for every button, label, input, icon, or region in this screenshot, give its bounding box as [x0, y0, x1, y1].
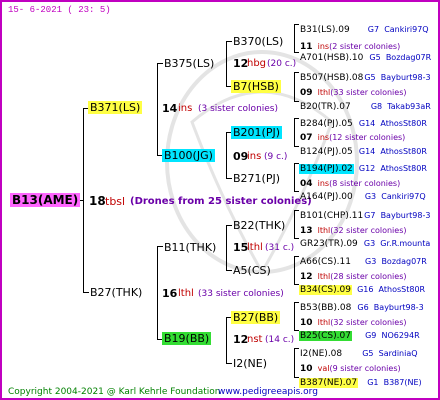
gen2-ins: hbg	[247, 58, 267, 69]
gen2-sisters: (9 c.)	[264, 152, 288, 162]
gen4-entry: B20(TR).07 G8 Takab93aR	[300, 102, 431, 112]
gen1-father: B27(THK)	[90, 286, 143, 299]
gen4-entry: B25(CS).07 G9 NO6294R	[299, 331, 420, 341]
gen4-entry: B284(PJ).05 G14 AthosSt80R	[300, 119, 427, 129]
gen4-entry: B387(NE).07 G1 B387(NE)	[299, 378, 422, 388]
gen2-sisters: (31 c.)	[265, 243, 295, 253]
site-link[interactable]: www.pedigreeapis.org	[218, 388, 318, 397]
gen3-bee: B7(HSB)	[231, 80, 281, 93]
gen2-bee: B19(BB)	[162, 332, 212, 345]
gen1-father-num: 16	[162, 287, 178, 300]
gen1-father-sisters: (33 sister colonies)	[198, 289, 284, 299]
gen4-entry: B53(BB).08 G6 Bayburt98-3	[300, 303, 424, 313]
gen3-bee: A5(CS)	[233, 264, 271, 277]
queen-root: B13(AME)	[10, 193, 81, 207]
gen4-entry: GR23(TR).09 G3 Gr.R.mounta	[300, 239, 431, 249]
gen2-bee: B100(JG)	[162, 149, 215, 162]
gen3-bee: B22(THK)	[233, 219, 286, 232]
drones-label: (Drones from 25 sister colonies)	[130, 196, 312, 207]
gen2-sisters: (20 c.)	[267, 59, 297, 69]
gen1-mother: B371(LS)	[88, 101, 143, 114]
gen4-entry: B34(CS).09 G16 AthosSt80R	[299, 285, 426, 295]
gen4-entry: A66(CS).11 G3 Bozdag07R	[300, 257, 427, 267]
gen4-entry: B124(PJ).05 G14 AthosSt80R	[300, 147, 427, 157]
gen4-entry: I2(NE).08 G5 SardiniaQ	[300, 349, 418, 359]
gen4-entry: B507(HSB).08G5 Bayburt98-3	[300, 73, 431, 83]
gen4-entry: B31(LS).09 G7 Cankiri97Q	[300, 25, 429, 35]
gen3-bee: B370(LS)	[233, 35, 284, 48]
gen1-mother-num: 14	[162, 102, 178, 115]
gen1-mother-sisters: (3 sister colonies)	[198, 104, 279, 114]
gen1-mother-ins: ins	[178, 103, 193, 114]
gen2-ins: ins	[247, 151, 262, 162]
gen1-father-ins: lthl	[178, 288, 194, 299]
drones-count: 18	[89, 194, 106, 208]
gen4-entry: B101(CHP).11G7 Bayburt98-3	[300, 211, 431, 221]
gen3-bee: I2(NE)	[233, 357, 268, 370]
gen3-bee: B201(PJ)	[231, 126, 283, 139]
pedigree-chart: 15- 6-2021 ( 23: 5) B13(AME) 18 tbsl (Dr	[0, 0, 440, 400]
gen2-sisters: (14 c.)	[265, 335, 295, 345]
gen4-entry: A164(PJ).00 G3 Cankiri97Q	[300, 192, 426, 202]
gen2-ins: lthl	[247, 242, 263, 253]
drones-insemination: tbsl	[105, 195, 126, 208]
copyright: Copyright 2004-2021 @ Karl Kehrle Founda…	[8, 387, 221, 397]
gen3-bee: B27(BB)	[231, 311, 281, 324]
date-stamp: 15- 6-2021 ( 23: 5)	[8, 5, 111, 15]
gen3-bee: B271(PJ)	[233, 172, 281, 185]
gen2-bee: B11(THK)	[164, 241, 217, 254]
gen2-bee: B375(LS)	[164, 57, 215, 70]
gen4-entry: A701(HSB).10 G5 Bozdag07R	[300, 53, 432, 63]
gen2-ins: nst	[247, 334, 263, 345]
gen4-entry: B194(PJ).02 G12 AthosSt80R	[299, 164, 427, 174]
